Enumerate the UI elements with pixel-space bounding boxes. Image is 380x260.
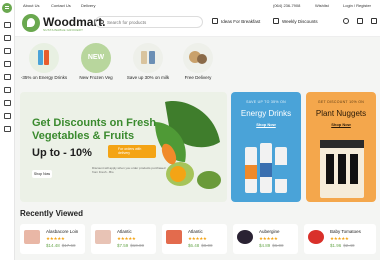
product-name[interactable]: Aubergine: [259, 229, 280, 234]
compare-icon[interactable]: [357, 18, 363, 24]
product-price: $1.96 $2.40: [330, 243, 355, 248]
snacks-category-icon[interactable]: [4, 100, 11, 106]
breakfast-icon: [212, 18, 218, 24]
product-price: $7.59 $10.00: [117, 243, 145, 248]
dairy-category-icon[interactable]: [4, 113, 11, 119]
product-card[interactable]: Atlantic ★★★★★ $6.48 $8.00: [162, 224, 227, 254]
delivery-tag: For orders with delivery: [108, 145, 156, 158]
product-image[interactable]: [237, 230, 253, 244]
vegetables-image: [155, 101, 221, 189]
bakery-category-icon[interactable]: [4, 74, 11, 80]
product-rating: ★★★★★: [46, 236, 65, 241]
card-subtitle: SAVE UP TO 35% ON: [246, 100, 286, 104]
category-label: Save up 30% on milk: [126, 75, 170, 80]
product-name[interactable]: Atlantic: [188, 229, 203, 234]
search-icon[interactable]: [100, 20, 104, 24]
menu-icon[interactable]: [2, 3, 12, 13]
card-shop-now-button[interactable]: Shop Now: [306, 122, 376, 127]
product-rating: ★★★★★: [259, 236, 278, 241]
breakfast-link[interactable]: Ideas For Breakfast: [221, 19, 260, 24]
energy-drinks-image: [29, 43, 59, 73]
top-bar: About Us Contact Us Delivery (064) 236-7…: [15, 0, 380, 10]
product-rating: ★★★★★: [330, 236, 349, 241]
hero-discount: Up to - 10%: [32, 147, 92, 159]
search-input[interactable]: [107, 18, 197, 27]
fish-category-icon[interactable]: [4, 61, 11, 67]
hero-shop-now-button[interactable]: Shop Now: [32, 170, 52, 178]
product-image[interactable]: [308, 230, 324, 244]
discounts-link[interactable]: Weekly Discounts: [282, 19, 318, 24]
product-card[interactable]: Alasbacore Loin ★★★★★ $14.48 $17.60: [20, 224, 85, 254]
phone-number[interactable]: (064) 236-7908: [273, 3, 300, 8]
category-free-delivery[interactable]: Free Delivery: [173, 43, 223, 81]
account-icon[interactable]: [343, 18, 349, 24]
new-badge: NEW: [81, 43, 111, 73]
milk-image: [133, 43, 163, 73]
about-link[interactable]: About Us: [23, 3, 39, 8]
hero-banner[interactable]: Get Discounts on Fresh Vegetables & Frui…: [20, 92, 227, 202]
product-image[interactable]: [24, 230, 40, 244]
category-label: New Frozen Veg: [79, 75, 113, 80]
fruit-category-icon[interactable]: [4, 22, 11, 28]
carousel-dots: [133, 194, 148, 202]
product-card[interactable]: Baby Tomatoes ★★★★★ $1.96 $2.40: [304, 224, 376, 254]
product-card[interactable]: Aubergine ★★★★★ $4.89 $6.00: [233, 224, 298, 254]
category-milk[interactable]: Save up 30% on milk: [123, 43, 173, 81]
product-image[interactable]: [95, 230, 111, 244]
product-rating: ★★★★★: [117, 236, 136, 241]
category-label: -35% on Energy Drinks: [20, 75, 68, 80]
card-shop-now-button[interactable]: Shop Now: [231, 122, 301, 127]
header: Woodmart. SUSTAINABLE GROCERY Ideas For …: [15, 10, 380, 37]
cart-icon[interactable]: [371, 18, 377, 24]
energy-drink-cans-image: [245, 143, 287, 193]
card-title: Energy Drinks: [240, 109, 292, 118]
category-energy-drinks[interactable]: -35% on Energy Drinks: [19, 43, 69, 81]
energy-drinks-card[interactable]: SAVE UP TO 35% ON Energy Drinks Shop Now: [231, 92, 301, 202]
product-price: $14.48 $17.60: [46, 243, 76, 248]
product-price: $4.89 $6.00: [259, 243, 284, 248]
product-name[interactable]: Baby Tomatoes: [330, 229, 361, 234]
contact-link[interactable]: Contact Us: [51, 3, 71, 8]
card-subtitle: GET DISCOUNT 10% ON: [317, 100, 365, 104]
product-rating: ★★★★★: [188, 236, 207, 241]
delivery-link[interactable]: Delivery: [81, 3, 95, 8]
product-image[interactable]: [166, 230, 182, 244]
page: About Us Contact Us Delivery (064) 236-7…: [0, 0, 380, 260]
plant-nuggets-package-image: [320, 140, 364, 198]
hero-title: Get Discounts on Fresh Vegetables & Frui…: [32, 117, 157, 142]
login-link[interactable]: Login / Register: [343, 3, 371, 8]
delivery-image: [183, 43, 213, 73]
plant-nuggets-card[interactable]: GET DISCOUNT 10% ON Plant Nuggets Shop N…: [306, 92, 376, 202]
product-name[interactable]: Alasbacore Loin: [46, 229, 78, 234]
discount-icon: [273, 18, 279, 24]
meat-category-icon[interactable]: [4, 48, 11, 54]
drinks-category-icon[interactable]: [4, 87, 11, 93]
card-title: Plant Nuggets: [315, 109, 367, 118]
recently-viewed-title: Recently Viewed: [20, 209, 83, 218]
logo-icon[interactable]: [22, 14, 40, 32]
hero-description: Discount will apply when you order produ…: [92, 166, 166, 174]
product-price: $6.48 $8.00: [188, 243, 213, 248]
product-card[interactable]: Atlantic ★★★★★ $7.59 $10.00: [91, 224, 156, 254]
orange-image: [170, 166, 186, 182]
category-frozen-veg[interactable]: NEW New Frozen Veg: [71, 43, 121, 81]
search-bar: [95, 16, 203, 28]
category-sidebar: [0, 0, 15, 260]
product-name[interactable]: Atlantic: [117, 229, 132, 234]
vegetable-category-icon[interactable]: [4, 35, 11, 41]
frozen-category-icon[interactable]: [4, 126, 11, 132]
brand-tagline: SUSTAINABLE GROCERY: [43, 28, 84, 32]
category-label: Free Delivery: [184, 75, 212, 80]
wishlist-link[interactable]: Wishlist: [315, 3, 329, 8]
